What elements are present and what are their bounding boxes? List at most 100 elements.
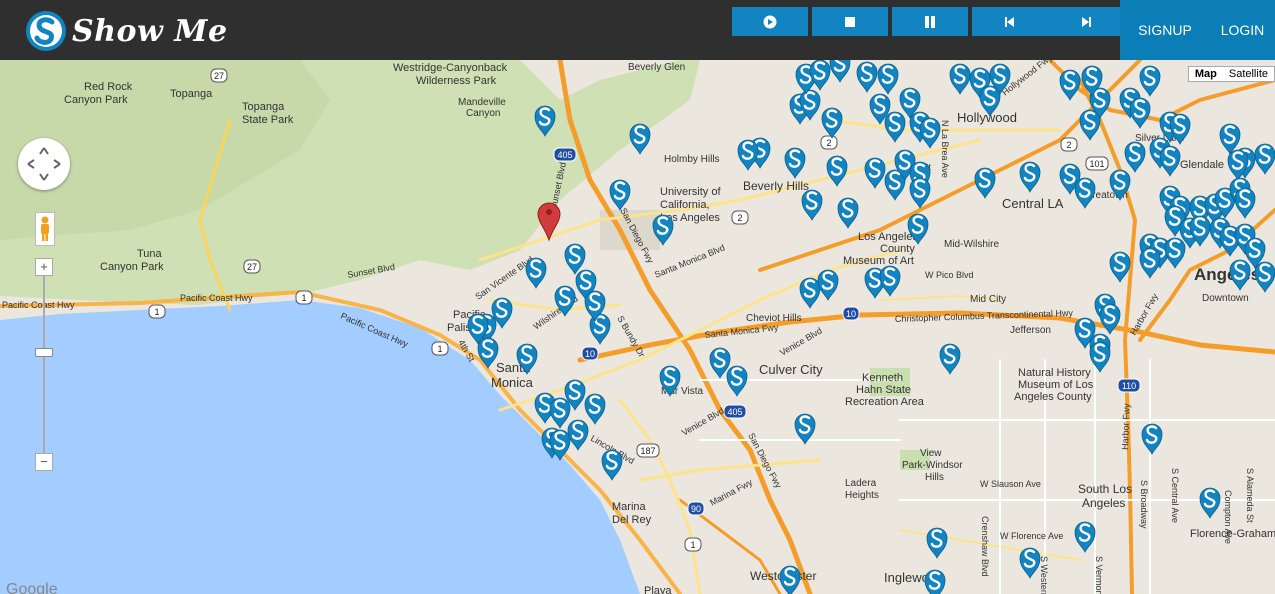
pause-icon (925, 15, 935, 28)
label-redrock-2: Canyon Park (64, 94, 128, 106)
pan-control[interactable] (18, 138, 70, 190)
svg-text:10: 10 (846, 309, 856, 319)
map-type-toggle: Map Satellite (1187, 66, 1275, 82)
svg-text:405: 405 (727, 407, 742, 417)
road-wslauson: W Slauson Ave (980, 479, 1041, 489)
highway-shield-405: 405 (723, 404, 747, 419)
brand-name: Show Me (72, 13, 228, 49)
label-marina-2: Del Rey (612, 514, 652, 526)
label-glendale: Glendale (1180, 159, 1224, 171)
map-type-map[interactable]: Map (1189, 67, 1223, 81)
highway-shield-1: 1 (148, 304, 166, 319)
road-compton: Compton Ave (1223, 490, 1233, 544)
google-attribution: Google (6, 581, 58, 594)
highway-shield-90: 90 (687, 501, 705, 516)
zoom-slider-thumb[interactable] (35, 348, 53, 357)
skip-forward-icon (1082, 16, 1091, 27)
zoom-slider-track[interactable] (43, 272, 45, 454)
label-tuna: Tuna (137, 248, 163, 260)
highway-shield-1: 1 (295, 290, 313, 305)
svg-text:2: 2 (826, 138, 831, 148)
label-beverly-glen: Beverly Glen (628, 62, 685, 73)
label-los-angeles: Angeles (1194, 265, 1260, 284)
label-nhm-3: Angeles County (1014, 391, 1092, 403)
street-view-pegman-icon[interactable] (35, 212, 55, 246)
label-westridge: Westridge-Canyonback (393, 62, 508, 74)
label-mid-city: Mid City (970, 294, 1006, 305)
signup-button[interactable]: SIGNUP (1120, 0, 1210, 60)
label-lacma-2: County (880, 243, 915, 255)
svg-text:110: 110 (1122, 381, 1136, 391)
label-ladera-1: Ladera (845, 478, 877, 489)
svg-text:90: 90 (691, 504, 701, 514)
svg-text:10: 10 (585, 349, 595, 359)
label-view-park-1: View (920, 448, 942, 459)
label-redrock: Red Rock (84, 81, 133, 93)
svg-text:405: 405 (557, 150, 572, 160)
zoom-out-button[interactable]: − (35, 453, 53, 471)
svg-text:2: 2 (1066, 140, 1071, 150)
road-pch-1: Pacific Coast Hwy (2, 300, 75, 310)
label-holmby: Holmby Hills (664, 154, 720, 165)
highway-shield-10: 10 (581, 346, 599, 361)
svg-text:27: 27 (247, 262, 257, 272)
road-alameda: S Alameda St (1245, 468, 1255, 523)
label-view-park-3: Hills (925, 472, 944, 483)
highway-shield-2: 2 (731, 210, 749, 225)
highway-shield-2: 2 (820, 135, 838, 150)
label-south-la-1: South Los (1078, 482, 1132, 496)
label-kenneth-2: Hahn State (856, 384, 911, 396)
svg-text:2: 2 (737, 213, 742, 223)
label-central-la: Central LA (1002, 196, 1064, 211)
stop-button[interactable] (812, 7, 888, 36)
road-western: S Western Ave (1039, 556, 1049, 594)
road-wflorence: W Florence Ave (1000, 531, 1063, 541)
label-midwilshire: Mid-Wilshire (944, 239, 999, 250)
label-hollywood: Hollywood (957, 110, 1017, 125)
top-bar: Show Me SIGNUP LOGIN (0, 0, 1275, 60)
highway-shield-405: 405 (553, 147, 577, 162)
road-pch-2: Pacific Coast Hwy (180, 293, 253, 303)
label-playa: Playa (644, 585, 672, 594)
road-wpico: W Pico Blvd (925, 270, 974, 280)
map[interactable]: 27 27 1 1 1 405 405 2 2 101 10 10 110 187 90 1 2 Westrid… (0, 60, 1275, 594)
map-type-satellite[interactable]: Satellite (1223, 67, 1274, 81)
label-topanga-sp: Topanga (242, 101, 285, 113)
logo[interactable]: Show Me (24, 8, 228, 54)
login-button[interactable]: LOGIN (1210, 0, 1275, 60)
skip-back-icon (1005, 16, 1014, 27)
svg-text:101: 101 (1089, 159, 1104, 169)
label-kenneth-1: Kenneth (862, 372, 903, 384)
road-crenshaw: Crenshaw Blvd (980, 516, 990, 577)
label-nhm-2: Museum of Los (1018, 379, 1094, 391)
stop-icon (845, 16, 855, 27)
label-culver-city: Culver City (759, 362, 823, 377)
skip-forward-button[interactable] (1048, 7, 1124, 36)
svg-text:187: 187 (640, 446, 655, 456)
label-jefferson: Jefferson (1010, 325, 1051, 336)
label-topanga: Topanga (170, 88, 213, 100)
label-nhm-1: Natural History (1018, 367, 1091, 379)
location-marker[interactable] (924, 569, 946, 594)
zoom-in-button[interactable]: + (35, 258, 53, 276)
play-button[interactable] (732, 7, 808, 36)
svg-text:1: 1 (154, 307, 159, 317)
label-kenneth-3: Recreation Area (845, 396, 925, 408)
svg-text:1: 1 (437, 344, 442, 354)
highway-shield-1: 1 (431, 341, 449, 356)
label-lacma-1: Los Angeles (858, 231, 918, 243)
label-ucla-2: California, (660, 199, 710, 211)
label-ucla-1: University of (660, 186, 721, 198)
label-ladera-2: Heights (845, 490, 879, 501)
label-mandeville: Mandeville (458, 97, 506, 108)
skip-back-button[interactable] (972, 7, 1048, 36)
label-westridge-2: Wilderness Park (416, 75, 497, 87)
road-central: S Central Ave (1170, 468, 1180, 523)
highway-shield-27: 27 (210, 68, 228, 83)
pause-button[interactable] (892, 7, 968, 36)
label-mandeville-2: Canyon (466, 108, 500, 119)
map-canvas[interactable]: 27271114054052210110101101879012 Westrid… (0, 60, 1275, 594)
road-labrea: N La Brea Ave (940, 120, 950, 178)
label-marina-1: Marina (612, 501, 647, 513)
pan-arrows-icon (27, 147, 61, 181)
